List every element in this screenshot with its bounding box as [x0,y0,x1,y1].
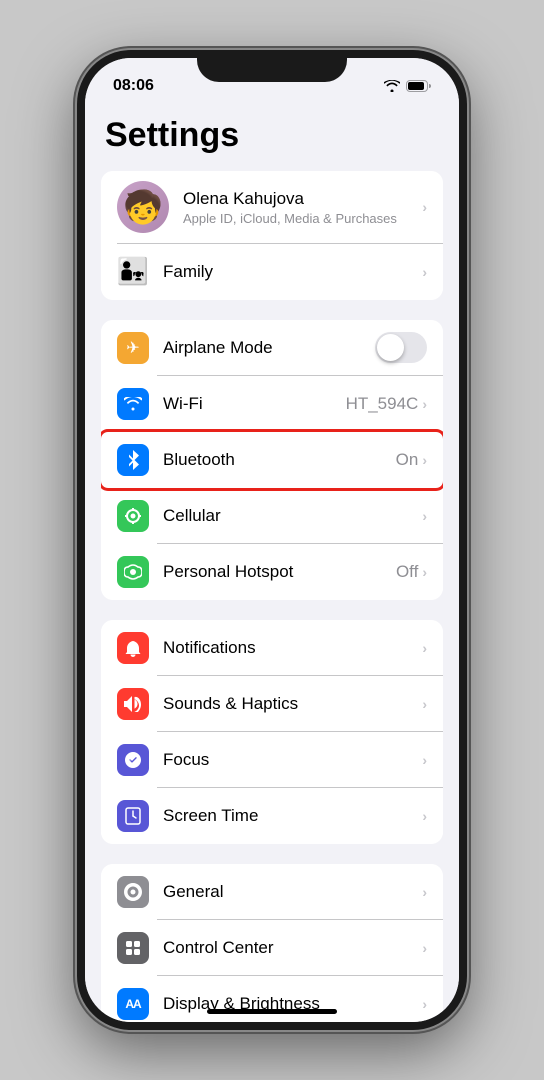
general-label: General [163,882,223,902]
focus-row[interactable]: Focus › [101,732,443,788]
display-icon: AA [117,988,149,1020]
cellular-row[interactable]: Cellular › [101,488,443,544]
focus-label: Focus [163,750,209,770]
hotspot-status: Off [396,562,418,582]
wifi-value: HT_594C › [346,394,427,414]
bluetooth-content: Bluetooth On › [163,450,427,470]
cellular-icon [117,500,149,532]
bluetooth-status: On [396,450,419,470]
toggle-knob [377,334,404,361]
hotspot-content: Personal Hotspot Off › [163,562,427,582]
focus-chevron: › [422,752,427,768]
profile-subtitle: Apple ID, iCloud, Media & Purchases [183,211,397,226]
controlcenter-icon [117,932,149,964]
airplane-icon: ✈ [117,332,149,364]
bluetooth-label: Bluetooth [163,450,235,470]
general-content: General › [163,882,427,902]
focus-content: Focus › [163,750,427,770]
profile-content: Olena Kahujova Apple ID, iCloud, Media &… [183,189,427,226]
phone-frame: 08:06 Settings [77,50,467,1030]
home-indicator[interactable] [207,1009,337,1014]
controlcenter-content: Control Center › [163,938,427,958]
profile-group: 🧒 Olena Kahujova Apple ID, iCloud, Media… [101,171,443,300]
screen: 08:06 Settings [85,58,459,1022]
notch [197,50,347,82]
controlcenter-row[interactable]: Control Center › [101,920,443,976]
sounds-content: Sounds & Haptics › [163,694,427,714]
profile-chevron: › [422,199,427,215]
notifications-label: Notifications [163,638,256,658]
notifications-chevron: › [422,640,427,656]
focus-icon [117,744,149,776]
bluetooth-icon [117,444,149,476]
controlcenter-label: Control Center [163,938,274,958]
cellular-content: Cellular › [163,506,427,526]
notifications-row[interactable]: Notifications › [101,620,443,676]
display-row[interactable]: AA Display & Brightness › [101,976,443,1023]
notifications-group: Notifications › Sounds & Haptics [101,620,443,844]
airplane-label: Airplane Mode [163,338,273,358]
hotspot-value: Off › [396,562,427,582]
wifi-label: Wi-Fi [163,394,203,414]
bluetooth-chevron: › [422,452,427,468]
avatar: 🧒 [117,181,169,233]
general-chevron: › [422,884,427,900]
screentime-row[interactable]: Screen Time › [101,788,443,844]
cellular-chevron: › [422,508,427,524]
screentime-content: Screen Time › [163,806,427,826]
connectivity-group: ✈ Airplane Mode [101,320,443,600]
screentime-icon [117,800,149,832]
sounds-chevron: › [422,696,427,712]
status-icons [384,80,431,92]
wifi-network: HT_594C [346,394,419,414]
status-time: 08:06 [113,77,154,95]
profile-name: Olena Kahujova [183,189,397,209]
sounds-label: Sounds & Haptics [163,694,298,714]
wifi-status-icon [384,80,400,92]
general-icon [117,876,149,908]
sounds-row[interactable]: Sounds & Haptics › [101,676,443,732]
notifications-content: Notifications › [163,638,427,658]
bluetooth-value: On › [396,450,427,470]
airplane-row[interactable]: ✈ Airplane Mode [101,320,443,376]
general-group: General › Control Center [101,864,443,1023]
bluetooth-highlight-wrapper: Bluetooth On › [101,432,443,488]
page-title: Settings [85,106,459,171]
controlcenter-chevron: › [422,940,427,956]
notifications-icon [117,632,149,664]
sounds-icon [117,688,149,720]
profile-info: Olena Kahujova Apple ID, iCloud, Media &… [183,189,397,226]
hotspot-row[interactable]: Personal Hotspot Off › [101,544,443,600]
bluetooth-row[interactable]: Bluetooth On › [101,432,443,488]
family-chevron: › [422,264,427,280]
profile-row[interactable]: 🧒 Olena Kahujova Apple ID, iCloud, Media… [101,171,443,243]
wifi-content: Wi-Fi HT_594C › [163,394,427,414]
family-row[interactable]: 👨‍👧 Family › [101,244,443,300]
family-label: Family [163,262,213,282]
family-icon: 👨‍👧 [117,256,149,288]
screentime-label: Screen Time [163,806,258,826]
display-chevron: › [422,996,427,1012]
family-content: Family › [163,262,427,282]
wifi-chevron: › [422,396,427,412]
content: Settings 🧒 Olena Kahujova Apple ID, iClo… [85,106,459,1022]
hotspot-label: Personal Hotspot [163,562,293,582]
airplane-toggle[interactable] [375,332,427,363]
battery-status-icon [406,80,431,92]
wifi-icon [117,388,149,420]
airplane-content: Airplane Mode [163,332,427,363]
general-row[interactable]: General › [101,864,443,920]
hotspot-icon [117,556,149,588]
wifi-row[interactable]: Wi-Fi HT_594C › [101,376,443,432]
hotspot-chevron: › [422,564,427,580]
screentime-chevron: › [422,808,427,824]
cellular-label: Cellular [163,506,221,526]
